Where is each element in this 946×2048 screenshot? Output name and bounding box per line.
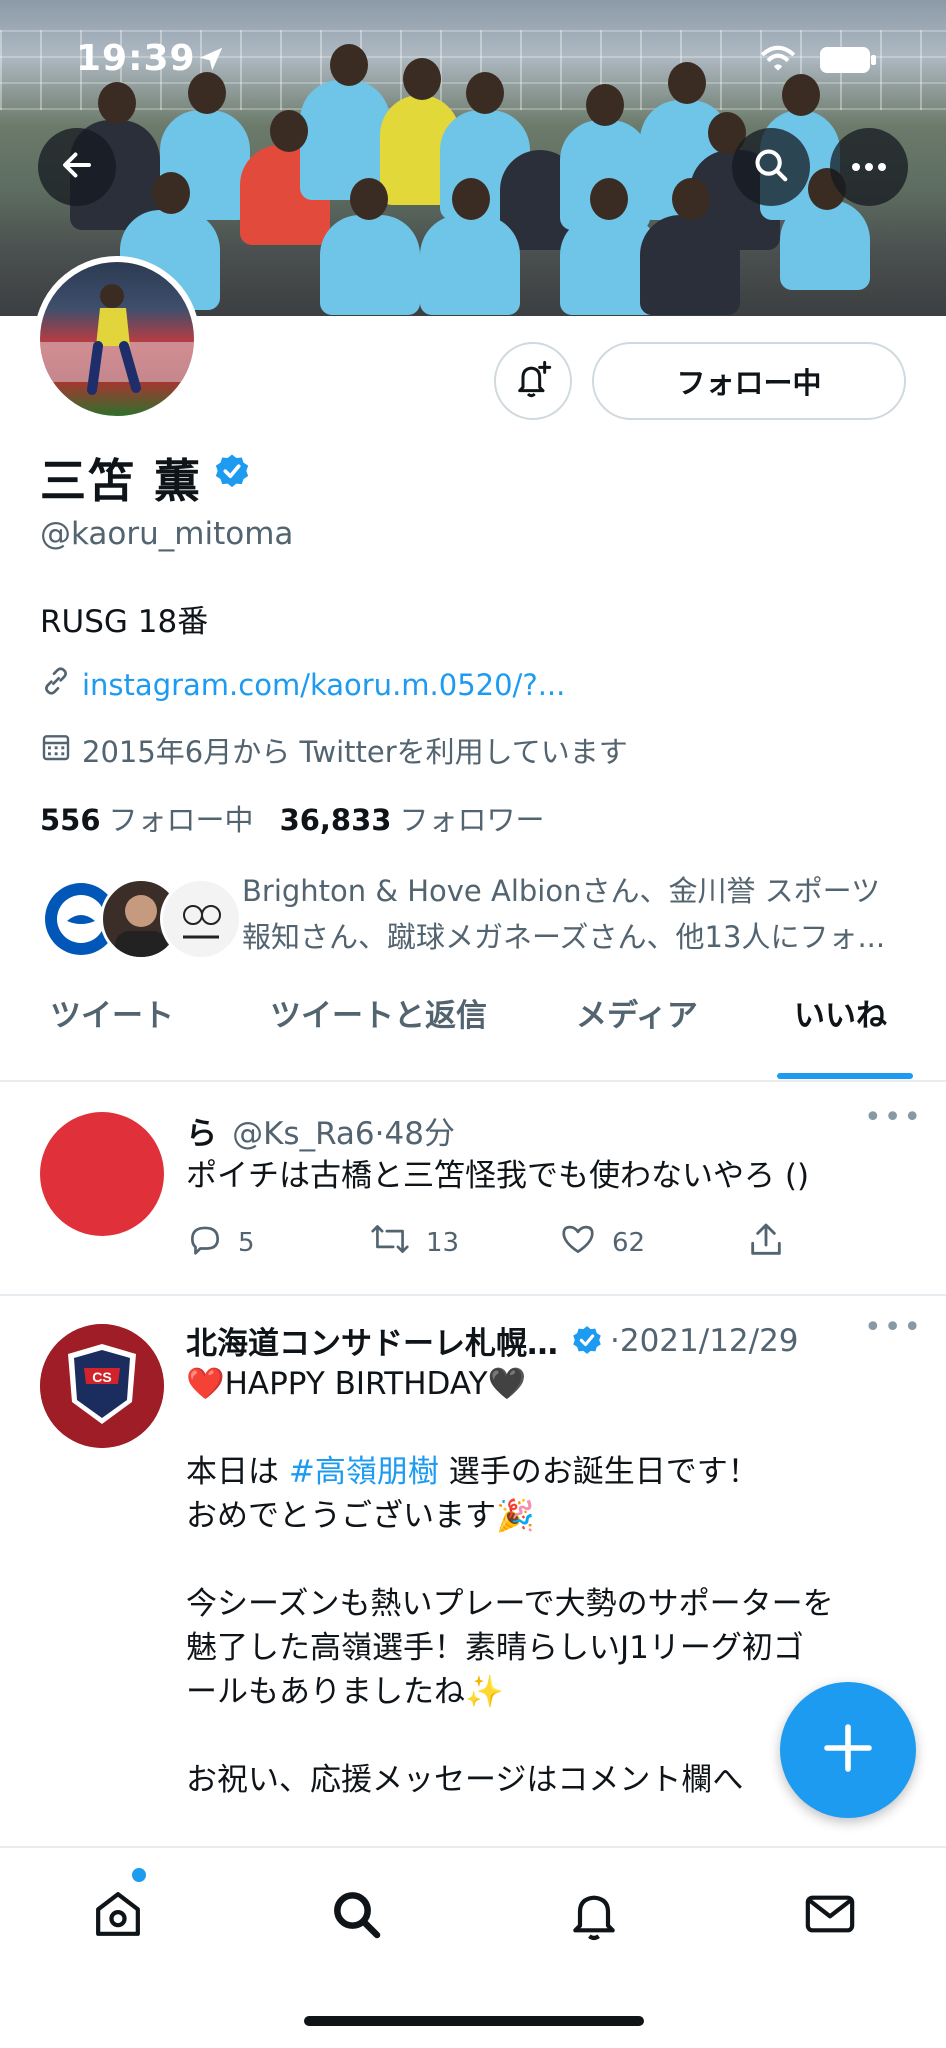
tweet-2-hashtag[interactable]: #高嶺朋樹	[289, 1454, 439, 1490]
tweet-1-share[interactable]	[746, 1220, 786, 1267]
tweet-2-line5: 魅了した高嶺選手！素晴らしいJ1リーグ初ゴ	[186, 1630, 804, 1666]
followed-by-line1: Brighton & Hove Albionさん、金川誉 スポーツ	[242, 874, 881, 908]
nav-explore[interactable]	[326, 1886, 386, 1946]
share-icon	[746, 1220, 786, 1267]
tweet-1-retweet[interactable]: 13	[368, 1220, 459, 1265]
home-notification-dot	[132, 1868, 146, 1882]
tweet-1-like-count: 62	[612, 1227, 646, 1258]
retweet-icon	[368, 1220, 412, 1265]
svg-text:CS: CS	[92, 1369, 111, 1385]
followed-by-avatars[interactable]	[40, 878, 242, 968]
back-button[interactable]	[38, 128, 116, 206]
tweet-2-header: 北海道コンサドーレ札幌… · 2021/12/29	[186, 1318, 799, 1363]
tab-media[interactable]: メディア	[576, 990, 698, 1035]
tweet-2-name[interactable]: 北海道コンサドーレ札幌…	[186, 1318, 558, 1363]
tweet-1-avatar[interactable]	[40, 1112, 164, 1236]
reply-icon	[186, 1220, 224, 1265]
tweet-1-more-icon[interactable]: •••	[864, 1100, 923, 1135]
explore-icon	[328, 1886, 384, 1946]
notify-button[interactable]	[494, 342, 572, 420]
tweet-1-reply-count: 5	[238, 1227, 255, 1258]
follow-stats: 556 フォロー中 36,833 フォロワー	[40, 797, 545, 839]
tweet-1-handle: @Ks_Ra6	[232, 1116, 375, 1152]
status-time: 19:39	[76, 38, 196, 79]
profile-handle: @kaoru_mitoma	[40, 516, 294, 552]
following-label: フォロー中	[108, 803, 254, 837]
tweet-1-name[interactable]: ら	[186, 1116, 217, 1152]
tweet-1-like[interactable]: 62	[558, 1220, 645, 1265]
tweet-2-time: 2021/12/29	[619, 1322, 799, 1359]
profile-link-row[interactable]: instagram.com/kaoru.m.0520/?...	[40, 665, 565, 704]
tab-likes[interactable]: いいね	[794, 990, 887, 1035]
tweet-2-sep: ·	[610, 1322, 620, 1359]
like-icon	[558, 1220, 598, 1265]
compose-icon	[820, 1720, 876, 1780]
followed-by-text[interactable]: Brighton & Hove Albionさん、金川誉 スポーツ 報知さん、蹴…	[242, 868, 902, 960]
joined-row: 2015年6月から Twitterを利用しています	[40, 729, 628, 771]
tab-tweets[interactable]: ツイート	[50, 990, 174, 1035]
location-arrow-icon	[196, 44, 226, 78]
tweet-2-line1: ❤️HAPPY BIRTHDAY🖤	[186, 1366, 527, 1402]
tweet-2-line4: 今シーズンも熱いプレーで大勢のサポーターを	[186, 1586, 834, 1622]
wifi-icon	[758, 44, 798, 78]
following-button[interactable]: フォロー中	[592, 342, 906, 420]
profile-avatar[interactable]	[34, 256, 200, 422]
profile-bio: RUSG 18番	[40, 604, 209, 640]
compose-button[interactable]	[780, 1682, 916, 1818]
followers-label: フォロワー	[399, 803, 545, 837]
search-button[interactable]	[732, 128, 810, 206]
home-icon	[90, 1886, 146, 1946]
tab-tweets-and-replies[interactable]: ツイートと返信	[270, 990, 487, 1035]
tweet-1-retweet-count: 13	[426, 1227, 460, 1258]
bell-plus-icon	[513, 359, 553, 403]
tweet-1-text: ポイチは古橋と三笘怪我でも使わないやろ ()	[186, 1158, 810, 1194]
tweet-1-time: 48分	[384, 1116, 455, 1152]
tweet-1[interactable]: ら @Ks_Ra6·48分 ••• ポイチは古橋と三笘怪我でも使わないやろ ()…	[0, 1082, 946, 1294]
nav-home[interactable]	[88, 1886, 148, 1946]
battery-icon	[820, 46, 878, 78]
followed-by-line2: 報知さん、蹴球メガネーズさん、他13人にフォ...	[242, 920, 886, 954]
bottom-nav	[0, 1846, 946, 2048]
tweet-2-line2: 本日は #高嶺朋樹 選手のお誕生日です！	[186, 1450, 906, 1494]
following-button-label: フォロー中	[676, 366, 822, 400]
search-icon	[752, 146, 790, 188]
display-name: 三笘 薫	[40, 454, 203, 508]
followers-stat[interactable]: 36,833 フォロワー	[280, 797, 545, 839]
joined-date: 2015年6月から Twitterを利用しています	[82, 735, 628, 769]
profile-link[interactable]: instagram.com/kaoru.m.0520/?...	[82, 668, 565, 702]
tweet-1-reply[interactable]: 5	[186, 1220, 255, 1265]
messages-icon	[802, 1886, 858, 1946]
back-arrow-icon	[59, 147, 95, 187]
more-button[interactable]	[830, 128, 908, 206]
followers-count: 36,833	[279, 803, 392, 837]
notifications-icon	[566, 1886, 622, 1946]
more-icon	[850, 158, 888, 177]
link-icon	[40, 665, 72, 704]
tweet-2-line2-pre: 本日は	[186, 1454, 289, 1490]
following-count: 556	[40, 803, 101, 837]
megane-avatar	[160, 878, 242, 960]
active-tab-indicator	[777, 1073, 913, 1079]
tweet-2-more-icon[interactable]: •••	[864, 1310, 923, 1345]
tweet-1-sep: ·	[374, 1116, 385, 1152]
tweet-1-header: ら @Ks_Ra6·48分	[186, 1108, 455, 1153]
tweet-2-avatar[interactable]: CS	[40, 1324, 164, 1448]
following-stat[interactable]: 556 フォロー中	[40, 797, 254, 839]
tweet-2-line3: おめでとうございます🎉	[186, 1498, 535, 1534]
tweet-2-verified-icon	[570, 1324, 604, 1358]
verified-icon	[212, 452, 252, 492]
nav-messages[interactable]	[800, 1886, 860, 1946]
nav-notifications[interactable]	[564, 1886, 624, 1946]
home-indicator	[304, 2016, 644, 2026]
tweet-2-line2-post: 選手のお誕生日です！	[438, 1454, 759, 1490]
calendar-icon	[40, 731, 72, 770]
